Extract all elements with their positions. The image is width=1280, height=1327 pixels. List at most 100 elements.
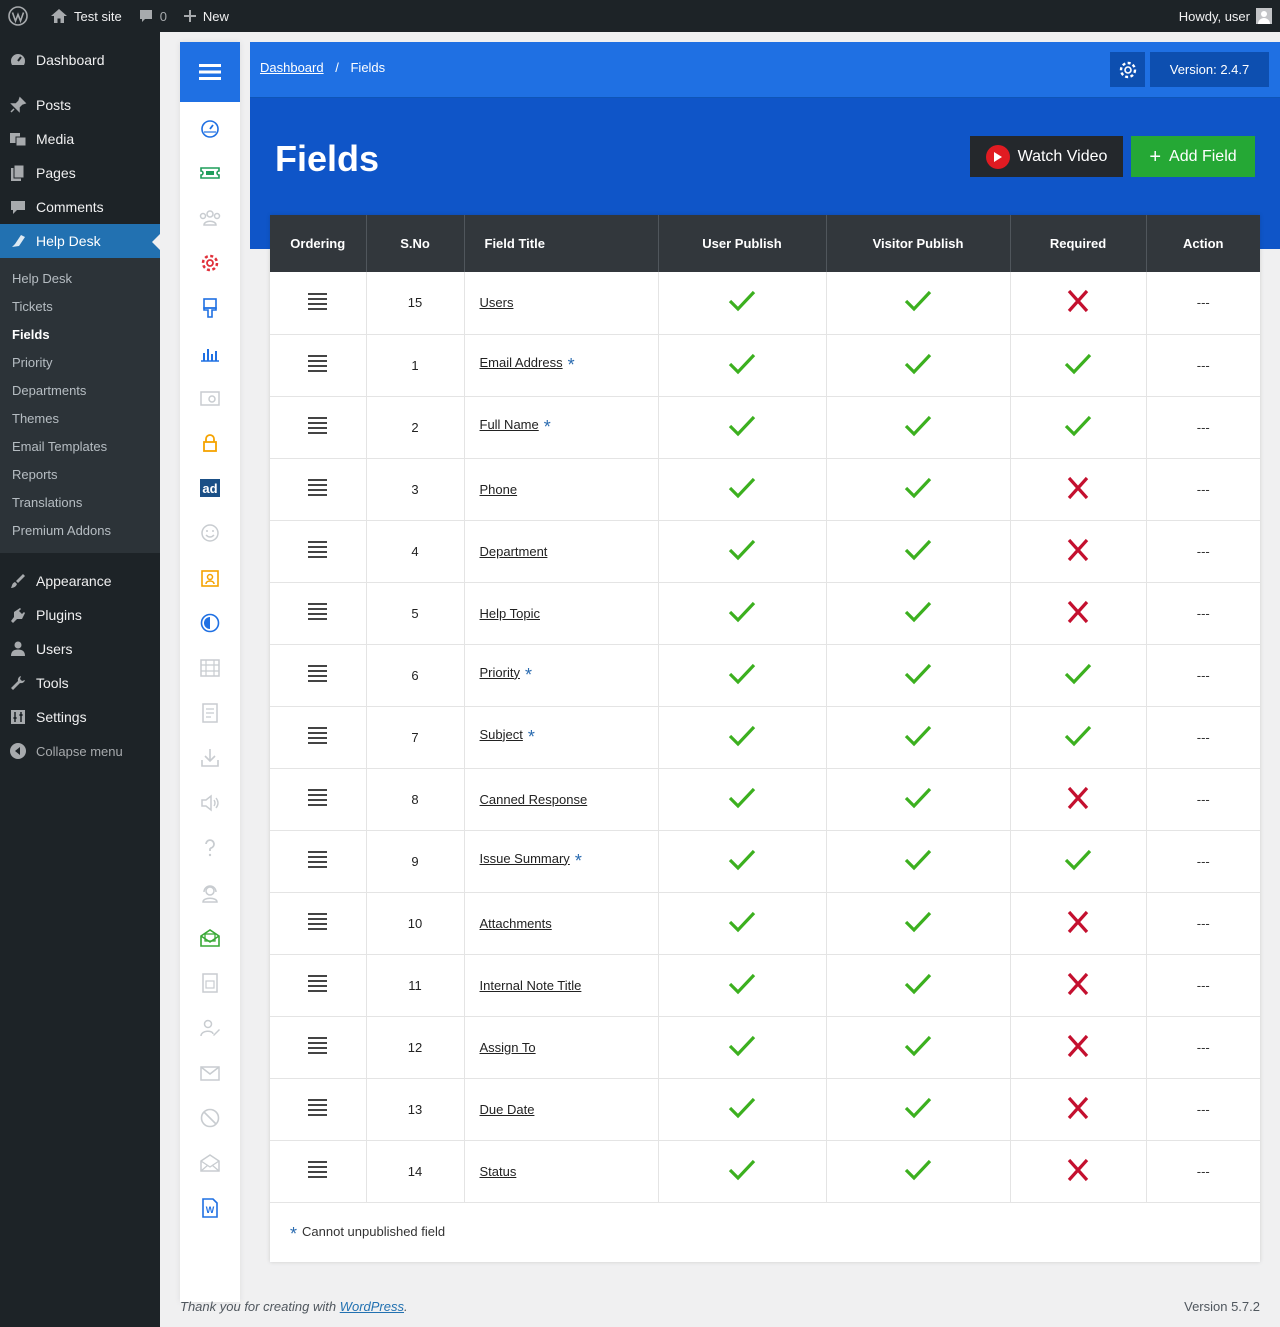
- field-title-link[interactable]: Department: [480, 544, 548, 559]
- drag-handle-icon[interactable]: [308, 848, 328, 871]
- field-title-link[interactable]: Help Topic: [480, 606, 540, 621]
- user-publish-published[interactable]: [658, 458, 827, 520]
- menu-plugins[interactable]: Plugins: [0, 598, 160, 632]
- comments-link[interactable]: 0: [130, 0, 175, 32]
- field-title-link[interactable]: Users: [480, 295, 514, 310]
- submenu-premium-addons[interactable]: Premium Addons: [0, 517, 160, 545]
- required-unpublished[interactable]: [1010, 892, 1147, 954]
- user-publish-published[interactable]: [658, 1078, 827, 1140]
- ban-icon[interactable]: [180, 1095, 240, 1140]
- wordpress-logo-icon[interactable]: [0, 0, 42, 32]
- user-publish-published[interactable]: [658, 1016, 827, 1078]
- drag-handle-icon[interactable]: [308, 662, 328, 685]
- speaker-icon[interactable]: [180, 780, 240, 825]
- field-title-link[interactable]: Internal Note Title: [480, 978, 582, 993]
- menu-appearance[interactable]: Appearance: [0, 564, 160, 598]
- field-title-link[interactable]: Assign To: [480, 1040, 536, 1055]
- menu-dashboard[interactable]: Dashboard: [0, 43, 160, 77]
- submenu-themes[interactable]: Themes: [0, 405, 160, 433]
- menu-tools[interactable]: Tools: [0, 666, 160, 700]
- field-title-link[interactable]: Issue Summary: [480, 851, 570, 866]
- site-name-link[interactable]: Test site: [42, 0, 130, 32]
- user-publish-published[interactable]: [658, 706, 827, 768]
- user-publish-published[interactable]: [658, 396, 827, 458]
- required-unpublished[interactable]: [1010, 582, 1147, 644]
- drag-handle-icon[interactable]: [308, 972, 328, 995]
- submenu-priority[interactable]: Priority: [0, 349, 160, 377]
- field-title-link[interactable]: Email Address: [480, 355, 563, 370]
- drag-handle-icon[interactable]: [308, 1158, 328, 1181]
- my-account-link[interactable]: Howdy, user: [1171, 0, 1280, 32]
- required-unpublished[interactable]: [1010, 272, 1147, 334]
- field-title-link[interactable]: Full Name: [480, 417, 539, 432]
- smiley-icon[interactable]: [180, 510, 240, 555]
- hamburger-menu-button[interactable]: [180, 42, 240, 102]
- required-unpublished[interactable]: [1010, 1140, 1147, 1202]
- visitor-publish-published[interactable]: [826, 458, 1011, 520]
- menu-users[interactable]: Users: [0, 632, 160, 666]
- drag-handle-icon[interactable]: [308, 786, 328, 809]
- visitor-publish-published[interactable]: [826, 582, 1011, 644]
- mail-open-icon[interactable]: [180, 915, 240, 960]
- submenu-tickets[interactable]: Tickets: [0, 293, 160, 321]
- id-badge-icon[interactable]: [180, 555, 240, 600]
- drag-handle-icon[interactable]: [308, 910, 328, 933]
- drag-handle-icon[interactable]: [308, 724, 328, 747]
- drag-handle-icon[interactable]: [308, 1034, 328, 1057]
- drag-handle-icon[interactable]: [308, 600, 328, 623]
- submenu-reports[interactable]: Reports: [0, 461, 160, 489]
- bar-chart-icon[interactable]: [180, 330, 240, 375]
- visitor-publish-published[interactable]: [826, 954, 1011, 1016]
- theme-circle-icon[interactable]: [180, 600, 240, 645]
- visitor-publish-published[interactable]: [826, 768, 1011, 830]
- submenu-translations[interactable]: Translations: [0, 489, 160, 517]
- field-title-link[interactable]: Status: [480, 1164, 517, 1179]
- visitor-publish-published[interactable]: [826, 892, 1011, 954]
- required-published[interactable]: [1010, 396, 1147, 458]
- dashboard-gauge-icon[interactable]: [180, 105, 240, 150]
- menu-posts[interactable]: Posts: [0, 88, 160, 122]
- wordpress-link[interactable]: WordPress: [340, 1299, 404, 1314]
- user-publish-published[interactable]: [658, 582, 827, 644]
- support-agent-icon[interactable]: [180, 870, 240, 915]
- visitor-publish-published[interactable]: [826, 830, 1011, 892]
- version-badge[interactable]: Version: 2.4.7: [1150, 52, 1269, 87]
- user-edit-icon[interactable]: [180, 1005, 240, 1050]
- visitor-publish-published[interactable]: [826, 396, 1011, 458]
- required-published[interactable]: [1010, 644, 1147, 706]
- email-stack-icon[interactable]: [180, 375, 240, 420]
- brush-icon[interactable]: [180, 285, 240, 330]
- word-doc-icon[interactable]: W: [180, 1185, 240, 1230]
- menu-comments[interactable]: Comments: [0, 190, 160, 224]
- user-publish-published[interactable]: [658, 830, 827, 892]
- drag-handle-icon[interactable]: [308, 414, 328, 437]
- drag-handle-icon[interactable]: [308, 290, 328, 313]
- mail-open-outline-icon[interactable]: [180, 1140, 240, 1185]
- field-title-link[interactable]: Subject: [480, 727, 523, 742]
- submenu-email-templates[interactable]: Email Templates: [0, 433, 160, 461]
- new-content-link[interactable]: New: [175, 0, 237, 32]
- user-publish-published[interactable]: [658, 892, 827, 954]
- envelope-icon[interactable]: [180, 1050, 240, 1095]
- ruler-icon[interactable]: [180, 645, 240, 690]
- required-unpublished[interactable]: [1010, 1016, 1147, 1078]
- drag-handle-icon[interactable]: [308, 1096, 328, 1119]
- required-unpublished[interactable]: [1010, 1078, 1147, 1140]
- submenu-fields[interactable]: Fields: [0, 321, 160, 349]
- required-published[interactable]: [1010, 830, 1147, 892]
- submenu-help-desk[interactable]: Help Desk: [0, 265, 160, 293]
- required-unpublished[interactable]: [1010, 520, 1147, 582]
- menu-settings[interactable]: Settings: [0, 700, 160, 734]
- document-icon[interactable]: [180, 690, 240, 735]
- field-title-link[interactable]: Canned Response: [480, 792, 588, 807]
- collapse-menu-button[interactable]: Collapse menu: [0, 734, 160, 768]
- visitor-publish-published[interactable]: [826, 706, 1011, 768]
- drag-handle-icon[interactable]: [308, 538, 328, 561]
- field-title-link[interactable]: Attachments: [480, 916, 552, 931]
- breadcrumb-dashboard-link[interactable]: Dashboard: [260, 60, 324, 75]
- lock-icon[interactable]: [180, 420, 240, 465]
- required-published[interactable]: [1010, 706, 1147, 768]
- help-icon[interactable]: [180, 825, 240, 870]
- invoice-icon[interactable]: [180, 960, 240, 1005]
- required-published[interactable]: [1010, 334, 1147, 396]
